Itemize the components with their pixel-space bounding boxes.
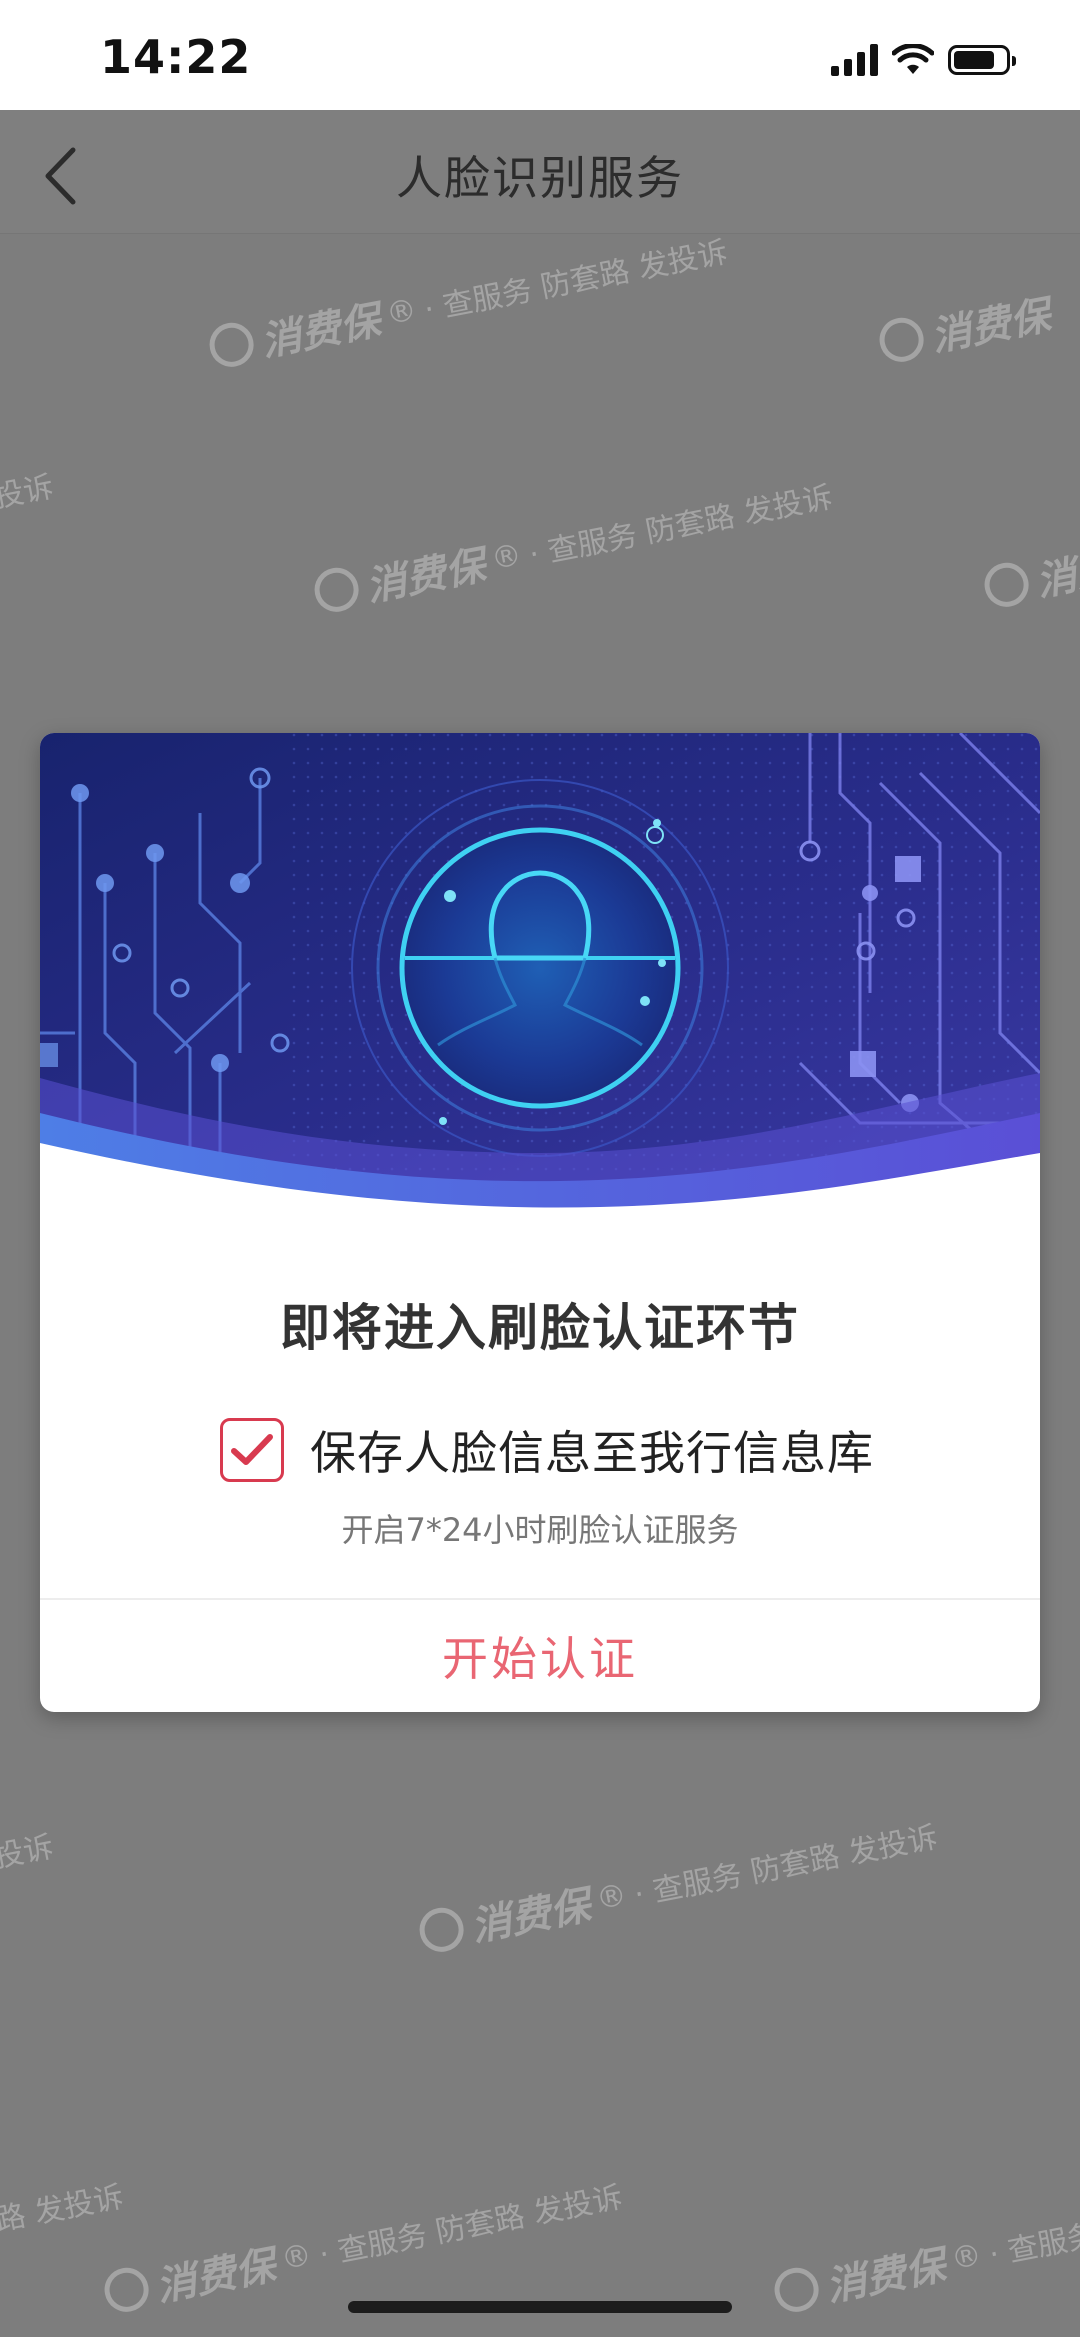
save-face-checkbox[interactable] (220, 1418, 284, 1482)
face-auth-dialog: 即将进入刷脸认证环节 保存人脸信息至我行信息库 开启7*24小时刷脸认证服务 开… (40, 733, 1040, 1712)
watermark: · 查服务 防套路 发投诉 (0, 2179, 127, 2272)
home-indicator[interactable] (348, 2301, 732, 2313)
watermark: 消费保®· 查服务 防套路 发投诉 (204, 220, 732, 377)
dialog-subtitle: 开启7*24小时刷脸认证服务 (341, 1511, 739, 1549)
watermark: · 查服务 防套路 发投诉 (0, 469, 57, 562)
status-time: 14:22 (100, 30, 252, 84)
save-face-option[interactable]: 保存人脸信息至我行信息库 (220, 1418, 874, 1482)
nav-bar: 人脸识别服务 (0, 110, 1080, 234)
page-title: 人脸识别服务 (396, 151, 684, 205)
watermark: · 查服务 防套路 发投诉 (0, 1829, 57, 1922)
status-bar: 14:22 (0, 0, 1080, 110)
cellular-signal-icon (831, 44, 878, 76)
save-face-label: 保存人脸信息至我行信息库 (310, 1426, 874, 1480)
watermark: 消费保®· 查服务 防套路 发投诉 (309, 465, 837, 622)
checkmark-icon (231, 1434, 273, 1465)
wifi-icon (892, 44, 934, 74)
watermark: 消费保®· 查服务 防套路 发投诉 (414, 1805, 942, 1962)
start-authentication-button[interactable]: 开始认证 (40, 1600, 1040, 1712)
dialog-title: 即将进入刷脸认证环节 (280, 1299, 800, 1357)
face-recognition-illustration (40, 733, 1040, 1238)
battery-icon (948, 45, 1016, 75)
watermark: 消费保 (874, 283, 1054, 373)
watermark: 消费保®· 查服务 防套路 发投诉 (769, 2165, 1080, 2322)
status-icons (831, 40, 1016, 80)
watermark: 消费保 (979, 528, 1080, 618)
watermark: 消费保®· 查服务 防套路 发投诉 (99, 2165, 627, 2322)
